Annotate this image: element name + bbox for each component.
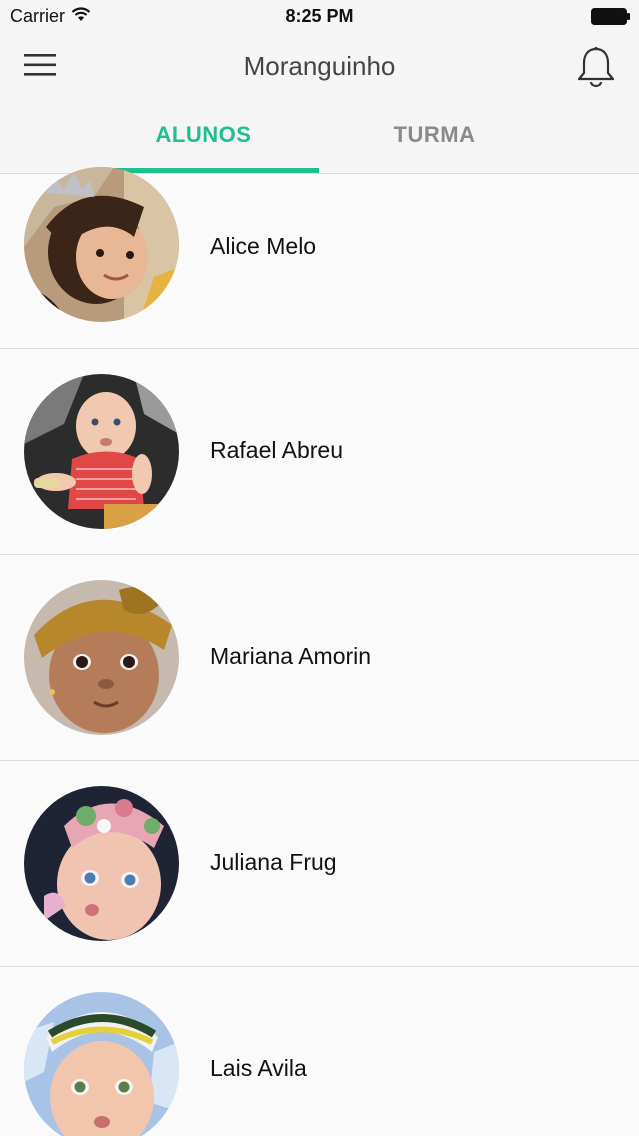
list-item[interactable]: Alice Melo — [0, 167, 639, 349]
avatar — [24, 786, 179, 941]
student-name: Alice Melo — [210, 233, 317, 259]
bell-icon[interactable] — [577, 46, 615, 88]
page-title: Moranguinho — [243, 51, 396, 81]
student-name: Mariana Amorin — [210, 643, 372, 669]
app-screen: Carrier 8:25 PM Moranguinho ALUNOS TURMA… — [0, 0, 639, 1136]
status-bar: Carrier 8:25 PM — [0, 0, 639, 32]
list-item[interactable]: Rafael Abreu — [0, 349, 639, 555]
battery-icon — [591, 8, 631, 30]
avatar — [24, 167, 179, 322]
navigation-bar: Moranguinho — [0, 32, 639, 100]
avatar — [24, 580, 179, 735]
tab-bar: ALUNOS TURMA — [0, 100, 639, 174]
tab-turma[interactable]: TURMA — [319, 122, 550, 148]
avatar — [24, 992, 179, 1136]
student-name: Juliana Frug — [210, 849, 337, 875]
student-name: Rafael Abreu — [210, 437, 343, 463]
list-item[interactable]: Lais Avila — [0, 967, 639, 1136]
status-time: 8:25 PM — [285, 6, 354, 26]
student-name: Lais Avila — [210, 1055, 307, 1081]
student-list: Alice Melo Rafael Abreu Mariana Amorin J… — [0, 167, 639, 1136]
list-item[interactable]: Mariana Amorin — [0, 555, 639, 761]
list-item[interactable]: Juliana Frug — [0, 761, 639, 967]
avatar — [24, 374, 179, 529]
tab-alunos[interactable]: ALUNOS — [88, 122, 319, 148]
